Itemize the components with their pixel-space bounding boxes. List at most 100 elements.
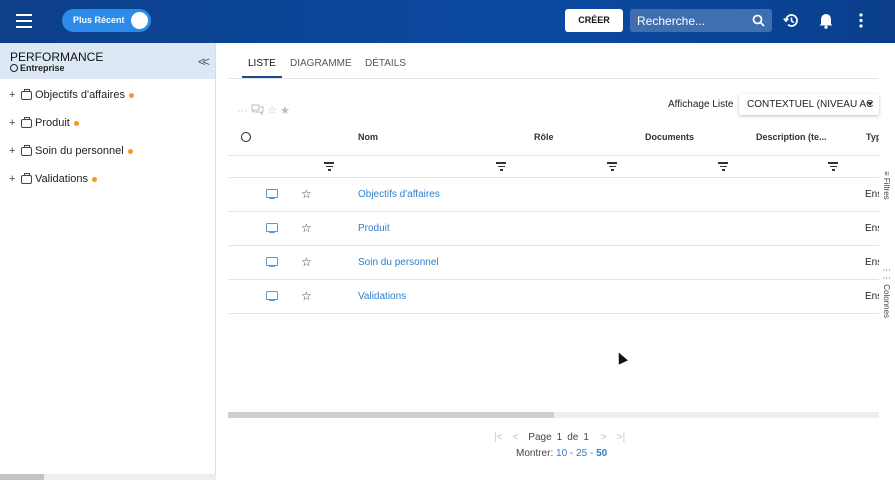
more-vertical-icon[interactable]: [858, 12, 864, 29]
star-outline-icon[interactable]: ☆: [301, 187, 312, 201]
scrollbar-thumb[interactable]: [0, 474, 44, 480]
filter-row: [228, 156, 879, 178]
tab-liste[interactable]: LISTE: [248, 58, 276, 69]
star-filled-icon[interactable]: ★: [280, 105, 290, 117]
page-label: Page: [528, 432, 552, 443]
data-grid: Nom Rôle Documents Description (te... Ty…: [228, 123, 879, 363]
grid-horizontal-scrollbar[interactable]: [228, 412, 879, 418]
tree-item-validations[interactable]: + Validations: [9, 172, 97, 186]
star-outline-icon[interactable]: ☆: [267, 105, 277, 117]
page-size-option[interactable]: 10: [556, 448, 567, 459]
top-bar: Plus Récent CRÉER Recherche...: [0, 0, 895, 43]
row-type: Ens: [865, 223, 879, 234]
star-outline-icon[interactable]: ☆: [301, 289, 312, 303]
star-outline-icon[interactable]: ☆: [301, 255, 312, 269]
search-placeholder: Recherche...: [637, 14, 706, 28]
page-size-option-selected[interactable]: 50: [596, 448, 607, 459]
page-of-label: de: [567, 432, 579, 443]
tree-item-produit[interactable]: + Produit: [9, 116, 79, 130]
search-icon[interactable]: [752, 14, 765, 27]
search-input[interactable]: Recherche...: [630, 9, 772, 32]
sidebar-title: PERFORMANCE: [10, 50, 104, 64]
status-dot: [128, 92, 134, 98]
filter-icon[interactable]: [828, 162, 838, 171]
grid-header: Nom Rôle Documents Description (te... Ty…: [228, 123, 879, 156]
comments-icon[interactable]: [251, 104, 264, 116]
tree-item-label: Objectifs d'affaires: [35, 89, 125, 101]
tree-item-label: Validations: [35, 173, 88, 185]
filter-icon[interactable]: [324, 162, 334, 171]
status-dot: [127, 148, 133, 154]
status-dot: [92, 176, 97, 182]
recent-toggle[interactable]: Plus Récent: [62, 9, 151, 32]
sidebar: PERFORMANCE Entreprise << + Objectifs d'…: [0, 43, 216, 480]
more-horizontal-icon[interactable]: ···: [237, 105, 248, 117]
expand-icon[interactable]: +: [9, 145, 19, 157]
columns-panel-button[interactable]: ⋮⋮ Colonnes: [882, 266, 891, 318]
star-outline-icon[interactable]: ☆: [301, 221, 312, 235]
last-page-icon[interactable]: >|: [617, 432, 625, 443]
main-content: LISTE DIAGRAMME DÉTAILS ··· ☆ ★ Affichag…: [217, 43, 895, 480]
briefcase-icon: [21, 172, 32, 184]
filters-panel-label: Filtres: [882, 177, 891, 200]
monitor-icon[interactable]: [266, 257, 278, 268]
list-tools: ··· ☆ ★: [237, 104, 290, 117]
view-select[interactable]: CONTEXTUEL (NIVEAU AC: [739, 94, 879, 115]
table-row[interactable]: ☆ Objectifs d'affaires Ens: [228, 178, 879, 212]
page-number: 1: [556, 432, 563, 443]
scrollbar-thumb[interactable]: [228, 412, 554, 418]
sidebar-subtitle: Entreprise: [10, 63, 65, 73]
filters-panel-button[interactable]: ≡ Filtres: [882, 171, 891, 200]
collapse-sidebar-icon[interactable]: <<: [198, 54, 210, 69]
monitor-icon[interactable]: [266, 223, 278, 234]
column-header-type[interactable]: Typ: [866, 132, 879, 142]
monitor-icon[interactable]: [266, 291, 278, 302]
row-name-link[interactable]: Objectifs d'affaires: [358, 189, 440, 200]
bell-icon[interactable]: [818, 12, 834, 29]
row-name-link[interactable]: Soin du personnel: [358, 257, 439, 268]
sidebar-scrollbar[interactable]: [0, 474, 216, 480]
toggle-knob: [131, 12, 148, 29]
view-select-value: CONTEXTUEL (NIVEAU AC: [747, 99, 874, 110]
filter-icon[interactable]: [718, 162, 728, 171]
grid-icon: ⋮⋮: [882, 266, 891, 282]
next-page-icon[interactable]: >: [601, 432, 607, 443]
active-tab-indicator: [242, 76, 282, 78]
table-row[interactable]: ☆ Validations Ens: [228, 280, 879, 314]
briefcase-icon: [21, 88, 32, 100]
expand-icon[interactable]: +: [9, 89, 19, 101]
page-total: 1: [583, 432, 589, 443]
filter-icon[interactable]: [607, 162, 617, 171]
select-all-radio[interactable]: [241, 132, 251, 142]
expand-icon[interactable]: +: [9, 117, 19, 129]
filter-icon[interactable]: [496, 162, 506, 171]
page-size-option[interactable]: 25: [576, 448, 587, 459]
briefcase-icon: [21, 116, 32, 128]
tab-bar: LISTE DIAGRAMME DÉTAILS: [228, 43, 878, 79]
row-name-link[interactable]: Produit: [358, 223, 390, 234]
tree-item-soin[interactable]: + Soin du personnel: [9, 144, 133, 158]
expand-icon[interactable]: +: [9, 173, 19, 185]
column-header-nom[interactable]: Nom: [358, 132, 378, 142]
table-row[interactable]: ☆ Soin du personnel Ens: [228, 246, 879, 280]
column-header-role[interactable]: Rôle: [534, 132, 554, 142]
filter-lines-icon: ≡: [882, 171, 891, 176]
table-row[interactable]: ☆ Produit Ens: [228, 212, 879, 246]
row-name-link[interactable]: Validations: [358, 291, 406, 302]
column-header-description[interactable]: Description (te...: [756, 132, 827, 142]
history-icon[interactable]: [783, 12, 800, 29]
create-button[interactable]: CRÉER: [565, 9, 623, 32]
page-size-label: Montrer:: [516, 448, 554, 459]
tree-item-label: Soin du personnel: [35, 145, 124, 157]
tree-item-label: Produit: [35, 117, 70, 129]
first-page-icon[interactable]: |<: [494, 432, 502, 443]
monitor-icon[interactable]: [266, 189, 278, 200]
menu-icon[interactable]: [16, 14, 32, 28]
tree-item-objectifs[interactable]: + Objectifs d'affaires: [9, 88, 134, 102]
prev-page-icon[interactable]: <: [512, 432, 518, 443]
row-type: Ens: [865, 257, 879, 268]
tab-diagramme[interactable]: DIAGRAMME: [290, 58, 352, 69]
tab-details[interactable]: DÉTAILS: [365, 58, 406, 69]
briefcase-icon: [21, 144, 32, 156]
column-header-documents[interactable]: Documents: [645, 132, 694, 142]
